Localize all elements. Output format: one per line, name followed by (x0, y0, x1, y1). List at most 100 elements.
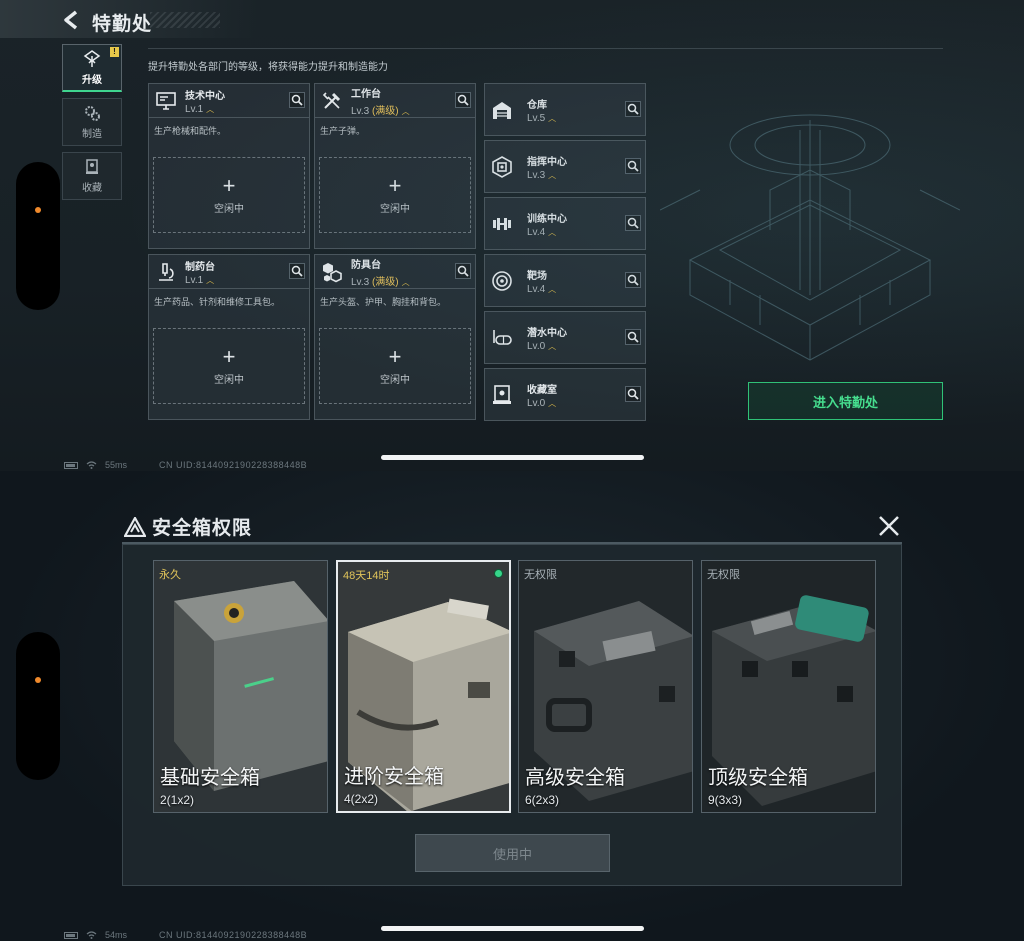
idle-slot[interactable]: + 空闲中 (153, 328, 305, 404)
box-capacity: 9(3x3) (708, 793, 743, 807)
workshop-level: Lv.3 (351, 105, 370, 117)
camera-dot (35, 207, 41, 213)
search-icon (627, 217, 639, 229)
facility-level: Lv.0 (527, 340, 546, 352)
search-icon (627, 274, 639, 286)
box-name: 高级安全箱 (525, 767, 625, 789)
idle-slot[interactable]: + 空闲中 (319, 328, 471, 404)
alert-badge: ! (110, 47, 119, 57)
workshop-name: 防具台 (351, 259, 381, 271)
nav-upgrade[interactable]: ! 升级 (62, 44, 122, 92)
workshop-card-armor[interactable]: 防具台 Lv.3 (满级) ︿ 生产头盔、护甲、胸挂和背包。 + 空闲中 (314, 254, 476, 420)
upgrade-chevron-icon: ︿ (206, 104, 215, 114)
chip-icon (492, 155, 512, 178)
idle-slot[interactable]: + 空闲中 (319, 157, 471, 233)
facility-name: 训练中心 (527, 213, 567, 225)
facility-name: 潜水中心 (527, 327, 567, 339)
safe-box-basic[interactable]: 永久 基础安全箱 2(1x2) (153, 560, 328, 813)
facility-level: Lv.0 (527, 397, 546, 409)
facility-shooting-range[interactable]: 靶场 Lv.4 ︿ (484, 254, 646, 307)
nav-craft[interactable]: 制造 (62, 98, 122, 146)
workshop-card-tech[interactable]: 技术中心 Lv.1 ︿ 生产枪械和配件。 + 空闲中 (148, 83, 310, 249)
permission-tag: 48天14时 (343, 570, 390, 582)
close-button[interactable] (874, 511, 904, 541)
facility-name: 靶场 (527, 270, 547, 282)
search-icon (627, 103, 639, 115)
in-use-indicator (494, 569, 503, 578)
facility-level: Lv.3 (527, 169, 546, 181)
inspect-button[interactable] (455, 92, 471, 108)
page-title: 特勤处 (92, 14, 153, 35)
inspect-button[interactable] (625, 386, 641, 402)
slot-status: 空闲中 (214, 203, 244, 215)
facility-level: Lv.4 (527, 283, 546, 295)
inspect-button[interactable] (455, 263, 471, 279)
home-indicator[interactable] (381, 455, 644, 460)
box-capacity: 6(2x3) (525, 793, 560, 807)
battery-icon (64, 931, 78, 939)
search-icon (627, 388, 639, 400)
idle-slot[interactable]: + 空闲中 (153, 157, 305, 233)
special-ops-upgrade-screen: 特勤处 ! 升级 制造 收藏 提升特勤处各部门的等级，将获得能力提升和制造能力 … (0, 0, 1024, 471)
nav-collection[interactable]: 收藏 (62, 152, 122, 200)
card-header: 防具台 Lv.3 (满级) ︿ (315, 255, 475, 289)
upgrade-icon (83, 49, 101, 67)
side-nav: ! 升级 制造 收藏 (62, 44, 122, 206)
close-icon (879, 516, 899, 536)
safe-box-top[interactable]: 无权限 顶级安全箱 9(3x3) (701, 560, 876, 813)
facility-warehouse[interactable]: 仓库 Lv.5 ︿ (484, 83, 646, 136)
uid-text: CN UID:8144092190228388448B (159, 460, 308, 470)
wifi-icon (86, 931, 97, 939)
facility-level: Lv.4 (527, 226, 546, 238)
inspect-button[interactable] (289, 263, 305, 279)
upgrade-chevron-icon: ︿ (206, 275, 215, 285)
inspect-button[interactable] (625, 329, 641, 345)
search-icon (291, 94, 303, 106)
inspect-button[interactable] (625, 101, 641, 117)
workshop-name: 技术中心 (185, 90, 225, 102)
camera-dot (35, 677, 41, 683)
title-hatch-decoration (150, 12, 220, 28)
workshop-level: Lv.1 (185, 103, 204, 115)
enter-special-ops-button[interactable]: 进入特勤处 (748, 382, 943, 420)
workshop-level: Lv.3 (351, 276, 370, 288)
inspect-button[interactable] (625, 158, 641, 174)
box-name: 基础安全箱 (160, 767, 260, 789)
facility-training-center[interactable]: 训练中心 Lv.4 ︿ (484, 197, 646, 250)
home-indicator[interactable] (381, 926, 644, 931)
facility-diving-center[interactable]: 潜水中心 Lv.0 ︿ (484, 311, 646, 364)
slot-status: 空闲中 (380, 203, 410, 215)
base-hologram-illustration (660, 114, 960, 361)
workshop-description: 生产枪械和配件。 (154, 126, 227, 136)
search-icon (627, 331, 639, 343)
upgrade-chevron-icon: ︿ (401, 277, 410, 287)
display-case-icon (493, 384, 511, 404)
workshop-card-pharmacy[interactable]: 制药台 Lv.1 ︿ 生产药品、针剂和维修工具包。 + 空闲中 (148, 254, 310, 420)
workshop-name: 工作台 (351, 88, 381, 100)
inspect-button[interactable] (289, 92, 305, 108)
inspect-button[interactable] (625, 215, 641, 231)
ping-text: 54ms (105, 930, 128, 940)
facility-level: Lv.5 (527, 112, 546, 124)
search-icon (457, 94, 469, 106)
safe-box-advanced[interactable]: 48天14时 进阶安全箱 4(2x2) (336, 560, 511, 813)
workshop-card-workbench[interactable]: 工作台 Lv.3 (满级) ︿ 生产子弹。 + 空闲中 (314, 83, 476, 249)
upgrade-chevron-icon: ︿ (401, 106, 410, 116)
safe-box-premium[interactable]: 无权限 高级安全箱 6(2x3) (518, 560, 693, 813)
facility-collection-room[interactable]: 收藏室 Lv.0 ︿ (484, 368, 646, 421)
in-use-button[interactable]: 使用中 (415, 834, 610, 872)
plus-icon: + (388, 343, 402, 369)
side-pill (16, 162, 60, 310)
warning-triangle-icon (124, 516, 146, 537)
inspect-button[interactable] (625, 272, 641, 288)
upgrade-chevron-icon: ︿ (548, 113, 557, 123)
facility-name: 仓库 (527, 99, 547, 111)
facility-command-center[interactable]: 指挥中心 Lv.3 ︿ (484, 140, 646, 193)
search-icon (457, 265, 469, 277)
upgrade-chevron-icon: ︿ (548, 284, 557, 294)
workshop-description: 生产子弹。 (320, 126, 366, 136)
upgrade-chevron-icon: ︿ (548, 170, 557, 180)
back-button[interactable] (62, 10, 82, 30)
wifi-icon (86, 461, 97, 469)
permission-tag: 永久 (159, 569, 181, 581)
